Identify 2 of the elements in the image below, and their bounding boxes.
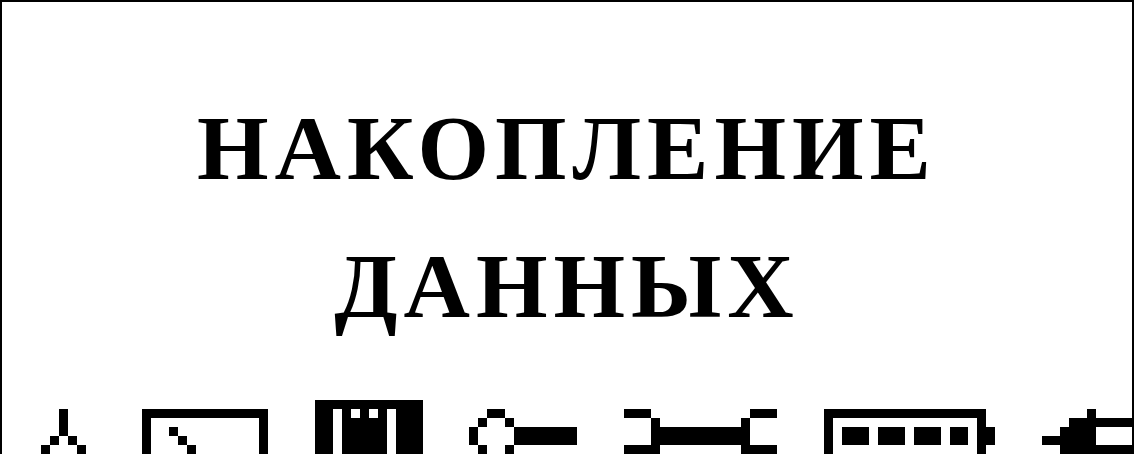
screen-title: НАКОПЛЕНИЕ xyxy=(197,96,937,201)
screen-title: ДАННЫХ xyxy=(334,234,800,339)
